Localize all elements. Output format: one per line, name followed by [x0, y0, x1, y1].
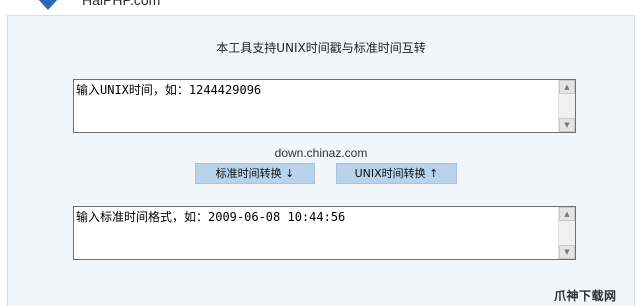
logo-bar: HaiPHP.com — [0, 0, 644, 14]
unix-time-text: 输入UNIX时间，如：1244429096 — [76, 83, 262, 97]
unix-time-textarea[interactable]: 输入UNIX时间，如：1244429096 ▲ ▼ — [73, 79, 576, 133]
scroll-down-icon[interactable]: ▼ — [559, 118, 575, 132]
convert-to-unix-button[interactable]: UNIX时间转换 ↑ — [336, 163, 457, 184]
scroll-up-icon[interactable]: ▲ — [559, 80, 575, 94]
tool-title: 本工具支持UNIX时间戳与标准时间互转 — [216, 41, 426, 55]
converter-panel: 本工具支持UNIX时间戳与标准时间互转 输入UNIX时间，如：124442909… — [7, 15, 635, 306]
standard-time-text: 输入标准时间格式，如：2009-06-08 10:44:56 — [76, 210, 346, 224]
site-text: down.chinaz.com — [274, 146, 368, 160]
logo-text: HaiPHP.com — [82, 0, 161, 8]
watermark: 爪神下载网 — [554, 289, 617, 303]
standard-time-textarea[interactable]: 输入标准时间格式，如：2009-06-08 10:44:56 ▲ ▼ — [73, 206, 576, 260]
convert-to-standard-button[interactable]: 标准时间转换 ↓ — [195, 163, 315, 184]
scroll-up-icon[interactable]: ▲ — [559, 207, 575, 221]
logo-icon — [26, 0, 70, 10]
standard-textarea-scrollbar[interactable]: ▲ ▼ — [558, 207, 575, 259]
unix-textarea-scrollbar[interactable]: ▲ ▼ — [558, 80, 575, 132]
scroll-down-icon[interactable]: ▼ — [559, 245, 575, 259]
